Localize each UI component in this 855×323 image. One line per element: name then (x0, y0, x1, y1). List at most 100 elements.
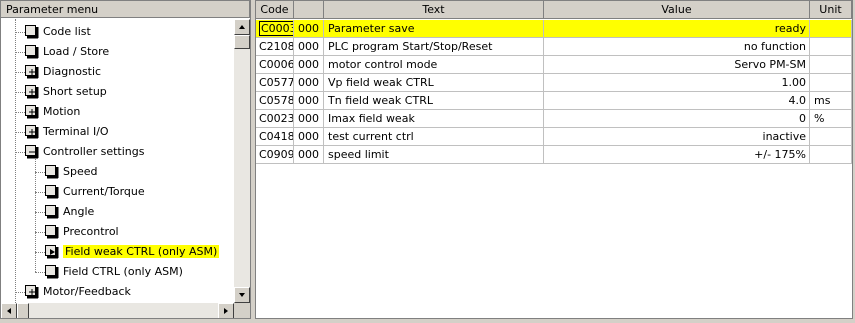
tree-connector (35, 172, 45, 173)
cell-text[interactable]: PLC program Start/Stop/Reset (324, 38, 544, 56)
tree-horizontal-scrollbar[interactable] (1, 303, 234, 318)
cell-code-text: C0577 (259, 76, 294, 89)
collapse-folder-icon[interactable] (25, 145, 39, 159)
parameter-tree: Code list Load / Store Diagnostic Short set… (1, 19, 233, 303)
cell-code-text: C0578 (259, 94, 294, 107)
cell-value[interactable]: no function (544, 38, 810, 56)
cell-code[interactable]: C0003 (256, 20, 294, 38)
table-row[interactable]: C0909 000 speed limit +/- 175% (256, 146, 852, 164)
table-row[interactable]: C0023 000 Imax field weak 0% (256, 110, 852, 128)
tree-item-short-setup[interactable]: Short setup (1, 83, 233, 101)
cell-value[interactable]: inactive (544, 128, 810, 146)
cell-text[interactable]: test current ctrl (324, 128, 544, 146)
tree-item-code-list[interactable]: Code list (1, 23, 233, 41)
tree-item-motor-feedback[interactable]: Motor/Feedback (1, 283, 233, 301)
cell-unit[interactable] (810, 56, 852, 74)
tree-item-terminal-i-o[interactable]: Terminal I/O (1, 123, 233, 141)
tree-item-label: Precontrol (63, 225, 119, 238)
cell-unit[interactable] (810, 146, 852, 164)
table-row[interactable]: C0006 000 motor control mode Servo PM-SM (256, 56, 852, 74)
expand-folder-icon[interactable] (25, 85, 39, 99)
cell-sub[interactable]: 000 (294, 146, 324, 164)
tree-item-label: Field weak CTRL (only ASM) (63, 245, 220, 258)
cell-value[interactable]: 1.00 (544, 74, 810, 92)
cell-code[interactable]: C0006 (256, 56, 294, 74)
arrow-down-icon (239, 293, 245, 297)
column-header-text[interactable]: Text (324, 1, 544, 19)
cell-code[interactable]: C0577 (256, 74, 294, 92)
tree-item-diagnostic[interactable]: Diagnostic (1, 63, 233, 81)
cell-sub[interactable]: 000 (294, 38, 324, 56)
cell-value[interactable]: +/- 175% (544, 146, 810, 164)
cell-text-text: motor control mode (328, 58, 438, 71)
scroll-thumb[interactable] (234, 35, 250, 49)
scroll-right-button[interactable] (218, 303, 234, 318)
expand-folder-icon[interactable] (25, 285, 39, 299)
page-icon (45, 185, 59, 199)
tree-item-load-store[interactable]: Load / Store (1, 43, 233, 61)
cell-text[interactable]: Vp field weak CTRL (324, 74, 544, 92)
cell-unit[interactable]: ms (810, 92, 852, 110)
table-row[interactable]: C0578 000 Tn field weak CTRL 4.0 ms (256, 92, 852, 110)
cell-sub[interactable]: 000 (294, 128, 324, 146)
expand-folder-icon[interactable] (25, 125, 39, 139)
cell-code[interactable]: C0578 (256, 92, 294, 110)
cell-sub-text: 000 (298, 58, 319, 71)
cell-value-text: ready (774, 22, 806, 35)
table-row[interactable]: C0418 000 test current ctrl inactive (256, 128, 852, 146)
cell-value-text: Servo PM-SM (734, 58, 806, 71)
cell-sub[interactable]: 000 (294, 56, 324, 74)
cell-text[interactable]: Parameter save (324, 20, 544, 38)
cell-text[interactable]: motor control mode (324, 56, 544, 74)
page-icon (45, 225, 59, 239)
cell-code-text: C2108 (259, 40, 294, 53)
tree-item-label: Motor/Feedback (43, 285, 131, 298)
cell-text[interactable]: Tn field weak CTRL (324, 92, 544, 110)
cell-code[interactable]: C0418 (256, 128, 294, 146)
h-scroll-thumb[interactable] (17, 303, 29, 318)
cell-unit[interactable] (810, 20, 852, 38)
page-icon (45, 165, 59, 179)
cell-unit[interactable]: % (810, 110, 852, 128)
cell-value[interactable]: 0 (544, 110, 810, 128)
expand-folder-icon[interactable] (25, 105, 39, 119)
scroll-up-button[interactable] (234, 19, 250, 35)
cell-text-text: Parameter save (328, 22, 415, 35)
cell-unit[interactable] (810, 128, 852, 146)
column-header-unit[interactable]: Unit (810, 1, 852, 19)
arrow-left-icon (7, 308, 11, 314)
cell-code[interactable]: C2108 (256, 38, 294, 56)
cell-unit[interactable] (810, 74, 852, 92)
tree-item-label: Current/Torque (63, 185, 145, 198)
cell-value[interactable]: 4.0 (544, 92, 810, 110)
cell-value[interactable]: ready (544, 20, 810, 38)
tree-vertical-scrollbar[interactable] (234, 19, 250, 303)
cell-code[interactable]: C0023 (256, 110, 294, 128)
cell-code[interactable]: C0909 (256, 146, 294, 164)
expand-folder-icon[interactable] (25, 65, 39, 79)
cell-sub[interactable]: 000 (294, 20, 324, 38)
cell-unit[interactable] (810, 38, 852, 56)
column-header-subcode[interactable] (294, 1, 324, 19)
tree-item-motion[interactable]: Motion (1, 103, 233, 121)
cell-sub[interactable]: 000 (294, 110, 324, 128)
cell-sub[interactable]: 000 (294, 92, 324, 110)
page-icon (45, 265, 59, 279)
cell-text[interactable]: Imax field weak (324, 110, 544, 128)
cell-text[interactable]: speed limit (324, 146, 544, 164)
cell-value[interactable]: Servo PM-SM (544, 56, 810, 74)
cell-code-text: C0006 (259, 58, 294, 71)
scroll-left-button[interactable] (1, 303, 17, 318)
table-row[interactable]: C0003 000 Parameter save ready (256, 20, 852, 38)
table-row[interactable]: C0577 000 Vp field weak CTRL 1.00 (256, 74, 852, 92)
parameter-menu-title: Parameter menu (6, 3, 99, 16)
scroll-down-button[interactable] (234, 287, 250, 303)
cell-code-text: C0909 (259, 148, 294, 161)
column-header-code[interactable]: Code (256, 1, 294, 19)
cell-sub[interactable]: 000 (294, 74, 324, 92)
tree-connector (35, 252, 45, 253)
cell-text-text: Imax field weak (328, 112, 415, 125)
table-row[interactable]: C2108 000 PLC program Start/Stop/Reset no f… (256, 38, 852, 56)
column-header-value[interactable]: Value (544, 1, 810, 19)
tree-connector (15, 152, 25, 153)
